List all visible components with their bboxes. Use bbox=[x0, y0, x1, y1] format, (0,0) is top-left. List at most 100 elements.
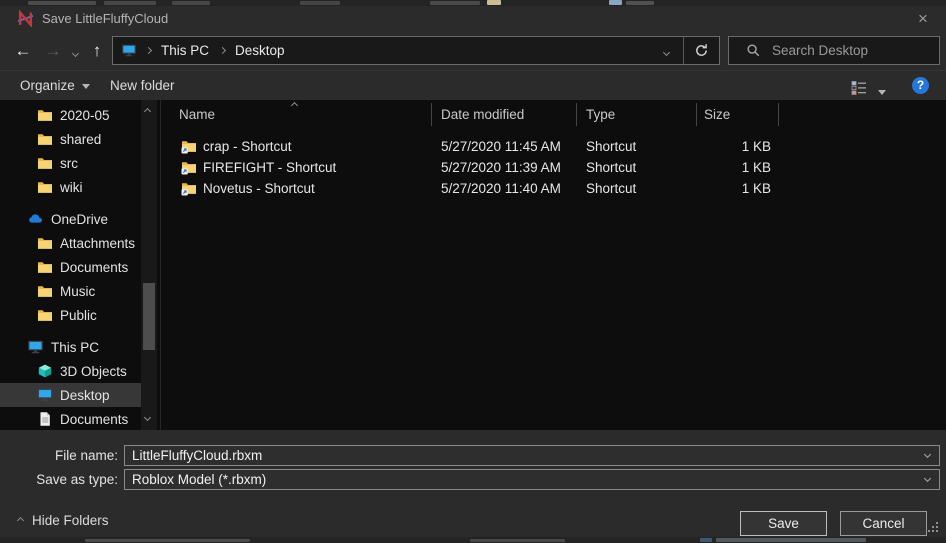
table-row[interactable]: crap - Shortcut 5/27/2020 11:45 AM Short… bbox=[161, 136, 946, 157]
content-area: 2020-05 shared src wiki OneDrive Attachm… bbox=[0, 100, 946, 430]
organize-button[interactable]: Organize bbox=[20, 71, 90, 101]
sidebar-item-label: 2020-05 bbox=[60, 108, 110, 123]
chevron-down-icon bbox=[71, 50, 78, 57]
column-header-type[interactable]: Type bbox=[586, 100, 615, 128]
organize-label: Organize bbox=[20, 78, 75, 93]
background-fragment bbox=[470, 539, 565, 542]
sidebar-item-3d-objects[interactable]: 3D Objects bbox=[0, 359, 141, 383]
folder-icon bbox=[37, 235, 53, 251]
breadcrumb-separator-icon bbox=[145, 47, 152, 54]
save-file-dialog: Save LittleFluffyCloud × ← → ↑ This PC D… bbox=[0, 6, 946, 537]
shortcut-folder-icon bbox=[181, 180, 197, 196]
sidebar-item-label: shared bbox=[60, 132, 101, 147]
chevron-down-icon bbox=[662, 48, 669, 55]
search-box[interactable]: Search Desktop bbox=[728, 36, 940, 65]
views-button[interactable] bbox=[851, 77, 886, 95]
chevron-down-icon[interactable] bbox=[924, 475, 931, 482]
sidebar-item-wiki[interactable]: wiki bbox=[0, 175, 141, 199]
search-icon bbox=[746, 43, 761, 58]
background-fragment bbox=[85, 539, 250, 542]
cancel-button[interactable]: Cancel bbox=[840, 511, 927, 536]
size-cell: 1 KB bbox=[704, 178, 771, 199]
address-bar[interactable]: This PC Desktop bbox=[112, 36, 720, 65]
scrollbar-thumb[interactable] bbox=[143, 283, 155, 350]
sidebar-item-label: OneDrive bbox=[51, 212, 108, 227]
date-modified-cell: 5/27/2020 11:39 AM bbox=[441, 157, 561, 178]
column-divider[interactable] bbox=[576, 103, 577, 126]
date-modified-cell: 5/27/2020 11:40 AM bbox=[441, 178, 561, 199]
new-folder-button[interactable]: New folder bbox=[110, 71, 175, 101]
background-fragment bbox=[716, 538, 866, 542]
recent-locations-button[interactable] bbox=[66, 32, 84, 70]
background-fragment bbox=[28, 1, 96, 5]
navigation-bar: ← → ↑ This PC Desktop Se bbox=[0, 32, 946, 70]
save-as-type-label: Save as type: bbox=[0, 469, 118, 490]
background-fragment bbox=[430, 1, 480, 5]
column-header-name[interactable]: Name bbox=[179, 100, 215, 128]
search-placeholder: Search Desktop bbox=[772, 43, 868, 58]
navigation-pane: 2020-05 shared src wiki OneDrive Attachm… bbox=[0, 100, 160, 430]
folder-icon bbox=[37, 283, 53, 299]
breadcrumb-desktop[interactable]: Desktop bbox=[233, 43, 287, 58]
help-button[interactable]: ? bbox=[912, 77, 929, 94]
document-icon bbox=[37, 411, 53, 427]
sidebar-item-this-pc[interactable]: This PC bbox=[0, 335, 141, 359]
file-name-input[interactable]: LittleFluffyCloud.rbxm bbox=[124, 445, 940, 466]
forward-button[interactable]: → bbox=[40, 32, 66, 70]
refresh-button[interactable] bbox=[684, 43, 719, 58]
breadcrumb-this-pc[interactable]: This PC bbox=[159, 43, 211, 58]
address-dropdown-button[interactable] bbox=[649, 42, 683, 60]
table-row[interactable]: Novetus - Shortcut 5/27/2020 11:40 AM Sh… bbox=[161, 178, 946, 199]
column-header-date-modified[interactable]: Date modified bbox=[441, 100, 524, 128]
type-cell: Shortcut bbox=[586, 157, 636, 178]
column-divider[interactable] bbox=[431, 103, 432, 126]
file-name-cell[interactable]: Novetus - Shortcut bbox=[203, 178, 315, 199]
sidebar-item-music[interactable]: Music bbox=[0, 279, 141, 303]
background-fragment bbox=[487, 0, 501, 5]
file-name-panel: File name: LittleFluffyCloud.rbxm Save a… bbox=[0, 430, 946, 500]
sidebar-item-onedrive[interactable]: OneDrive bbox=[0, 207, 141, 231]
sidebar-item-documents-this-pc[interactable]: Documents bbox=[0, 407, 141, 430]
sidebar-item-label: Documents bbox=[60, 260, 128, 275]
sidebar-item-2020-05[interactable]: 2020-05 bbox=[0, 103, 141, 127]
sidebar-item-shared[interactable]: shared bbox=[0, 127, 141, 151]
column-divider[interactable] bbox=[778, 103, 779, 126]
sidebar-item-label: This PC bbox=[51, 340, 99, 355]
close-button[interactable]: × bbox=[908, 6, 938, 32]
file-name-cell[interactable]: crap - Shortcut bbox=[203, 136, 292, 157]
sidebar-item-src[interactable]: src bbox=[0, 151, 141, 175]
hide-folders-button[interactable]: Hide Folders bbox=[18, 510, 109, 530]
background-fragment bbox=[609, 0, 622, 5]
dropdown-arrow-icon bbox=[82, 84, 90, 89]
background-fragment bbox=[626, 1, 654, 5]
folder-icon bbox=[37, 259, 53, 275]
column-divider[interactable] bbox=[696, 103, 697, 126]
folder-icon bbox=[37, 131, 53, 147]
shortcut-folder-icon bbox=[181, 159, 197, 175]
file-name-cell[interactable]: FIREFIGHT - Shortcut bbox=[203, 157, 336, 178]
this-pc-icon bbox=[121, 43, 137, 58]
column-header-size[interactable]: Size bbox=[704, 100, 730, 128]
sidebar-item-label: Documents bbox=[60, 412, 128, 427]
back-button[interactable]: ← bbox=[10, 32, 36, 70]
save-as-type-select[interactable]: Roblox Model (*.rbxm) bbox=[124, 469, 940, 490]
sidebar-item-attachments[interactable]: Attachments bbox=[0, 231, 141, 255]
shortcut-folder-icon bbox=[181, 138, 197, 154]
desktop-monitor-icon bbox=[37, 387, 53, 403]
resize-grip[interactable] bbox=[936, 522, 938, 524]
table-row[interactable]: FIREFIGHT - Shortcut 5/27/2020 11:39 AM … bbox=[161, 157, 946, 178]
sidebar-item-label: Public bbox=[60, 308, 97, 323]
folder-icon bbox=[37, 155, 53, 171]
scroll-up-icon[interactable] bbox=[144, 108, 151, 115]
novetus-app-icon bbox=[17, 10, 34, 27]
sidebar-scrollbar[interactable] bbox=[141, 100, 157, 430]
background-fragment bbox=[300, 1, 340, 5]
chevron-down-icon[interactable] bbox=[924, 451, 931, 458]
up-button[interactable]: ↑ bbox=[84, 32, 110, 70]
scroll-down-icon[interactable] bbox=[144, 414, 151, 421]
sidebar-item-label: wiki bbox=[60, 180, 83, 195]
sidebar-item-documents[interactable]: Documents bbox=[0, 255, 141, 279]
sidebar-item-public[interactable]: Public bbox=[0, 303, 141, 327]
save-button[interactable]: Save bbox=[740, 511, 827, 536]
sidebar-item-desktop[interactable]: Desktop bbox=[0, 383, 141, 407]
